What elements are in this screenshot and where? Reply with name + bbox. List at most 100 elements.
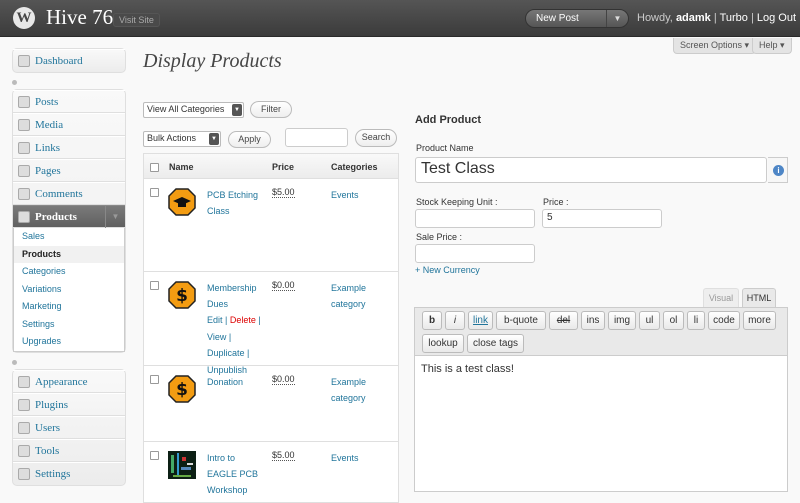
code-button[interactable]: code — [708, 311, 740, 330]
product-price[interactable]: $5.00 — [272, 450, 295, 461]
user-links: Howdy, adamk | Turbo | Log Out — [637, 12, 796, 24]
product-price[interactable]: $0.00 — [272, 280, 295, 291]
menu-item-users[interactable]: Users — [13, 415, 125, 439]
product-category-link[interactable]: Example category — [331, 374, 391, 406]
separator: | — [225, 315, 228, 325]
sale-price-label: Sale Price : — [416, 232, 463, 242]
menu-label: Links — [35, 142, 61, 154]
view-link[interactable]: View — [207, 332, 226, 342]
menu-item-appearance[interactable]: Appearance — [13, 369, 125, 393]
product-name-link[interactable]: Donation — [207, 374, 262, 390]
pages-icon — [18, 165, 30, 177]
ul-button[interactable]: ul — [639, 311, 660, 330]
select-all-checkbox[interactable] — [150, 163, 159, 172]
plugin-icon — [18, 398, 30, 411]
edit-link[interactable]: Edit — [207, 315, 223, 325]
italic-button[interactable]: i — [445, 311, 465, 330]
li-button[interactable]: li — [687, 311, 705, 330]
price-input[interactable]: 5 — [542, 209, 662, 228]
menu-label: Tools — [35, 444, 60, 457]
menu-separator — [12, 73, 126, 89]
product-price[interactable]: $0.00 — [272, 374, 295, 385]
blockquote-button[interactable]: b-quote — [496, 311, 546, 330]
media-icon — [18, 119, 30, 131]
new-post-label[interactable]: New Post — [536, 13, 579, 24]
row-checkbox[interactable] — [150, 375, 159, 384]
help-button[interactable]: Help ▾ — [752, 38, 792, 54]
menu-item-dashboard[interactable]: Dashboard — [13, 49, 125, 72]
ins-button[interactable]: ins — [581, 311, 605, 330]
new-post-button[interactable]: New Post ▼ — [525, 9, 629, 28]
new-currency-link[interactable]: + New Currency — [415, 265, 480, 275]
submenu-item-variations[interactable]: Variations — [14, 281, 124, 299]
duplicate-link[interactable]: Duplicate — [207, 348, 245, 358]
product-name-link[interactable]: Intro to EAGLE PCB Workshop — [207, 450, 262, 498]
chevron-down-icon[interactable]: ▼ — [606, 10, 628, 27]
chevron-down-icon: ▼ — [209, 133, 219, 145]
more-button[interactable]: more — [743, 311, 776, 330]
link-button[interactable]: link — [468, 311, 493, 330]
product-name-link[interactable]: Membership Dues — [207, 280, 262, 312]
lookup-button[interactable]: lookup — [422, 334, 464, 353]
close-tags-button[interactable]: close tags — [467, 334, 524, 353]
menu-separator — [12, 353, 126, 369]
menu-item-media[interactable]: Media — [13, 113, 125, 136]
pin-icon — [18, 96, 30, 108]
menu-item-settings[interactable]: Settings — [13, 461, 125, 485]
row-checkbox[interactable] — [150, 281, 159, 290]
submenu-item-products[interactable]: Products — [14, 245, 124, 263]
submenu-item-sales[interactable]: Sales — [14, 228, 124, 246]
admin-header: W Hive 76 Visit Site New Post ▼ Howdy, a… — [0, 0, 800, 37]
product-category-link[interactable]: Example category — [331, 280, 391, 312]
product-price[interactable]: $5.00 — [272, 187, 295, 198]
chevron-down-icon[interactable]: ▼ — [105, 206, 125, 228]
menu-item-plugins[interactable]: Plugins — [13, 392, 125, 416]
column-header-categories[interactable]: Categories — [331, 162, 378, 172]
table-header: Name Price Categories — [144, 154, 398, 179]
column-header-price[interactable]: Price — [272, 162, 294, 172]
screen-options-button[interactable]: Screen Options ▾ — [673, 38, 757, 54]
turbo-link[interactable]: Turbo — [720, 12, 748, 24]
submenu-item-marketing[interactable]: Marketing — [14, 298, 124, 316]
menu-item-pages[interactable]: Pages — [13, 159, 125, 182]
visit-site-button[interactable]: Visit Site — [113, 13, 160, 27]
product-name-link[interactable]: PCB Etching Class — [207, 187, 262, 219]
sale-price-input[interactable] — [415, 244, 535, 263]
logout-link[interactable]: Log Out — [757, 12, 796, 24]
menu-item-posts[interactable]: Posts — [13, 90, 125, 113]
submenu-item-categories[interactable]: Categories — [14, 263, 124, 281]
tab-visual[interactable]: Visual — [703, 288, 739, 307]
row-checkbox[interactable] — [150, 451, 159, 460]
info-button[interactable]: i — [768, 157, 788, 183]
search-button[interactable]: Search — [355, 129, 397, 147]
site-title: Hive 76 — [46, 5, 114, 29]
del-button[interactable]: del — [549, 311, 578, 330]
filter-button[interactable]: Filter — [250, 101, 292, 118]
img-button[interactable]: img — [608, 311, 636, 330]
username-link[interactable]: adamk — [676, 12, 711, 24]
product-category-link[interactable]: Events — [331, 187, 391, 203]
product-name-input[interactable]: Test Class — [415, 157, 767, 183]
content-editor[interactable]: This is a test class! — [414, 355, 788, 492]
tab-html[interactable]: HTML — [742, 288, 776, 307]
menu-item-products[interactable]: Products ▼ — [13, 205, 125, 228]
menu-label: Users — [35, 421, 61, 434]
search-input[interactable] — [285, 128, 348, 147]
menu-item-links[interactable]: Links — [13, 136, 125, 159]
category-select[interactable]: View All Categories ▼ — [143, 102, 244, 118]
category-select-value: View All Categories — [147, 104, 225, 114]
submenu-item-settings[interactable]: Settings — [14, 316, 124, 334]
menu-item-tools[interactable]: Tools — [13, 438, 125, 462]
bold-button[interactable]: b — [422, 311, 442, 330]
info-icon: i — [773, 165, 784, 176]
product-category-link[interactable]: Events — [331, 450, 391, 466]
bulk-actions-select[interactable]: Bulk Actions ▼ — [143, 131, 221, 147]
menu-item-comments[interactable]: Comments — [13, 182, 125, 205]
apply-button[interactable]: Apply — [228, 131, 271, 148]
sku-input[interactable] — [415, 209, 535, 228]
row-checkbox[interactable] — [150, 188, 159, 197]
submenu-item-upgrades[interactable]: Upgrades — [14, 333, 124, 351]
ol-button[interactable]: ol — [663, 311, 684, 330]
column-header-name[interactable]: Name — [169, 162, 194, 172]
delete-link[interactable]: Delete — [230, 315, 256, 325]
